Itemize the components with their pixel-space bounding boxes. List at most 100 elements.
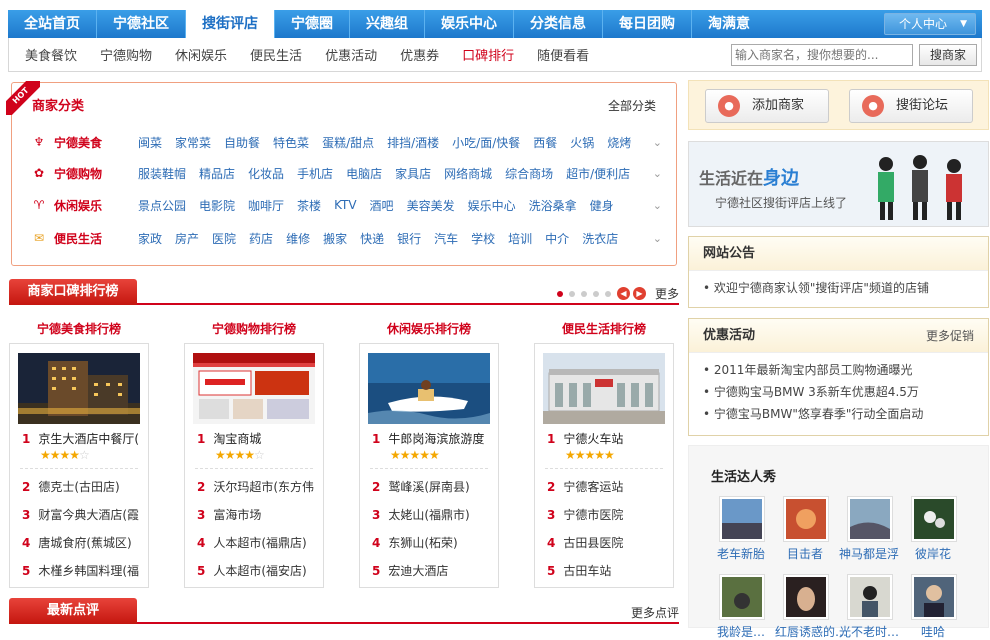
user-center-dropdown[interactable]: 个人中心 ▼ xyxy=(884,13,976,35)
expand-chevron-icon[interactable]: ⌄ xyxy=(653,199,662,212)
promo-item[interactable]: • 宁德购宝马BMW 3系新车优惠超4.5万 xyxy=(689,381,988,403)
category-link[interactable]: 自助餐 xyxy=(224,134,260,151)
expand-chevron-icon[interactable]: ⌄ xyxy=(653,136,662,149)
category-link[interactable]: 咖啡厅 xyxy=(248,197,284,214)
ranked-item[interactable]: 5 木槿乡韩国料理(福 xyxy=(22,562,146,579)
category-link[interactable]: 茶楼 xyxy=(297,197,321,214)
avatar[interactable] xyxy=(911,496,957,542)
pager-dot[interactable] xyxy=(581,290,587,297)
category-link[interactable]: 健身 xyxy=(590,197,614,214)
category-link[interactable]: 综合商场 xyxy=(505,165,553,182)
category-link[interactable]: 手机店 xyxy=(297,165,333,182)
category-link[interactable]: 网络商城 xyxy=(444,165,492,182)
ranked-item[interactable]: 2 德克士(古田店) xyxy=(22,478,146,495)
ranked-item[interactable]: 2 鹫峰溪(屏南县) xyxy=(372,478,496,495)
pager-dot[interactable] xyxy=(605,290,611,297)
talent-name[interactable]: 哇哈 xyxy=(903,623,963,640)
ranked-item[interactable]: 2 沃尔玛超市(东方伟 xyxy=(197,478,321,495)
jetski-photo[interactable] xyxy=(368,353,490,424)
ranked-item[interactable]: 5 宏迪大酒店 xyxy=(372,562,496,579)
nav-interest-group[interactable]: 兴趣组 xyxy=(350,10,425,38)
nav-group-buy[interactable]: 每日团购 xyxy=(603,10,692,38)
search-shop-button[interactable]: 搜商家 xyxy=(919,44,977,66)
category-link[interactable]: 酒吧 xyxy=(370,197,394,214)
subnav-life[interactable]: 便民生活 xyxy=(250,45,302,64)
nav-taomanyi[interactable]: 淘满意 xyxy=(692,10,766,38)
talent-name[interactable]: 红唇诱惑的… xyxy=(775,623,847,640)
add-shop-button[interactable]: ● 添加商家 xyxy=(705,89,829,123)
subnav-promotions[interactable]: 优惠活动 xyxy=(325,45,377,64)
category-name[interactable]: 宁德购物 xyxy=(54,165,116,182)
category-name[interactable]: 休闲娱乐 xyxy=(54,197,116,214)
talent-name[interactable]: 我龄是… xyxy=(711,623,771,640)
avatar[interactable] xyxy=(719,496,765,542)
talent-name[interactable]: 老车新胎 xyxy=(711,545,771,562)
next-arrow-icon[interactable]: ▶ xyxy=(633,287,646,300)
category-link[interactable]: 学校 xyxy=(471,230,495,247)
pager-dot[interactable] xyxy=(557,290,563,297)
category-link[interactable]: 娱乐中心 xyxy=(468,197,516,214)
ranked-item[interactable]: 3 富海市场 xyxy=(197,506,321,523)
all-categories-link[interactable]: 全部分类 xyxy=(608,97,656,114)
category-link[interactable]: 精品店 xyxy=(199,165,235,182)
pager-dot[interactable] xyxy=(569,290,575,297)
ranked-item[interactable]: 3 宁德市医院 xyxy=(547,506,671,523)
promo-item[interactable]: • 2011年最新淘宝内部员工购物通曝光 xyxy=(689,359,988,381)
taobao-mall-screenshot[interactable] xyxy=(193,353,315,424)
ranked-item[interactable]: 5 古田车站 xyxy=(547,562,671,579)
category-link[interactable]: 蛋糕/甜点 xyxy=(322,134,374,151)
top-ranked-item[interactable]: 1 宁德火车站 xyxy=(547,430,671,447)
category-link[interactable]: 超市/便利店 xyxy=(566,165,630,182)
subnav-random[interactable]: 随便看看 xyxy=(537,45,589,64)
category-link[interactable]: 烧烤 xyxy=(607,134,631,151)
subnav-ranking[interactable]: 口碑排行 xyxy=(462,45,514,64)
category-link[interactable]: 电影院 xyxy=(199,197,235,214)
top-ranked-item[interactable]: 1 淘宝商城 xyxy=(197,430,321,447)
category-link[interactable]: 培训 xyxy=(508,230,532,247)
talent-name[interactable]: 目击者 xyxy=(775,545,835,562)
category-link[interactable]: 药店 xyxy=(249,230,273,247)
category-link[interactable]: 景点公园 xyxy=(138,197,186,214)
expand-chevron-icon[interactable]: ⌄ xyxy=(653,167,662,180)
top-ranked-item[interactable]: 1 京生大酒店中餐厅( xyxy=(22,430,146,447)
ranked-item[interactable]: 2 宁德客运站 xyxy=(547,478,671,495)
nav-circle[interactable]: 宁德圈 xyxy=(275,10,350,38)
talent-name[interactable]: 光不老时… xyxy=(839,623,899,640)
category-link[interactable]: 搬家 xyxy=(323,230,347,247)
ranking-column-title[interactable]: 便民生活排行榜 xyxy=(539,320,669,337)
pager-dot[interactable] xyxy=(593,290,599,297)
category-link[interactable]: 西餐 xyxy=(533,134,557,151)
category-name[interactable]: 宁德美食 xyxy=(54,134,116,151)
category-link[interactable]: 美容美发 xyxy=(407,197,455,214)
avatar[interactable] xyxy=(783,574,829,620)
top-ranked-item[interactable]: 1 牛郎岗海滨旅游度 xyxy=(372,430,496,447)
category-link[interactable]: 洗衣店 xyxy=(582,230,618,247)
ranked-item[interactable]: 3 太姥山(福鼎市) xyxy=(372,506,496,523)
ranking-column-title[interactable]: 宁德购物排行榜 xyxy=(189,320,319,337)
nav-community[interactable]: 宁德社区 xyxy=(97,10,186,38)
category-link[interactable]: 维修 xyxy=(286,230,310,247)
nav-classifieds[interactable]: 分类信息 xyxy=(514,10,603,38)
avatar[interactable] xyxy=(847,574,893,620)
subnav-shopping[interactable]: 宁德购物 xyxy=(100,45,152,64)
category-link[interactable]: 银行 xyxy=(397,230,421,247)
ranked-item[interactable]: 5 人本超市(福安店) xyxy=(197,562,321,579)
talent-name[interactable]: 彼岸花 xyxy=(903,545,963,562)
category-link[interactable]: 家政 xyxy=(138,230,162,247)
avatar[interactable] xyxy=(911,574,957,620)
category-link[interactable]: 家具店 xyxy=(395,165,431,182)
category-link[interactable]: 洗浴桑拿 xyxy=(529,197,577,214)
avatar[interactable] xyxy=(847,496,893,542)
hotel-photo[interactable] xyxy=(18,353,140,424)
category-link[interactable]: KTV xyxy=(334,198,356,212)
reviews-more-link[interactable]: 更多点评 xyxy=(631,604,679,621)
category-link[interactable]: 汽车 xyxy=(434,230,458,247)
subnav-leisure[interactable]: 休闲娱乐 xyxy=(175,45,227,64)
category-link[interactable]: 化妆品 xyxy=(248,165,284,182)
ranked-item[interactable]: 3 财富今典大酒店(霞 xyxy=(22,506,146,523)
subnav-coupons[interactable]: 优惠券 xyxy=(400,45,439,64)
category-link[interactable]: 闽菜 xyxy=(138,134,162,151)
promo-banner[interactable]: 生活近在身边 宁德社区搜街评店上线了 xyxy=(688,141,989,227)
category-link[interactable]: 小吃/面/快餐 xyxy=(452,134,520,151)
category-link[interactable]: 火锅 xyxy=(570,134,594,151)
